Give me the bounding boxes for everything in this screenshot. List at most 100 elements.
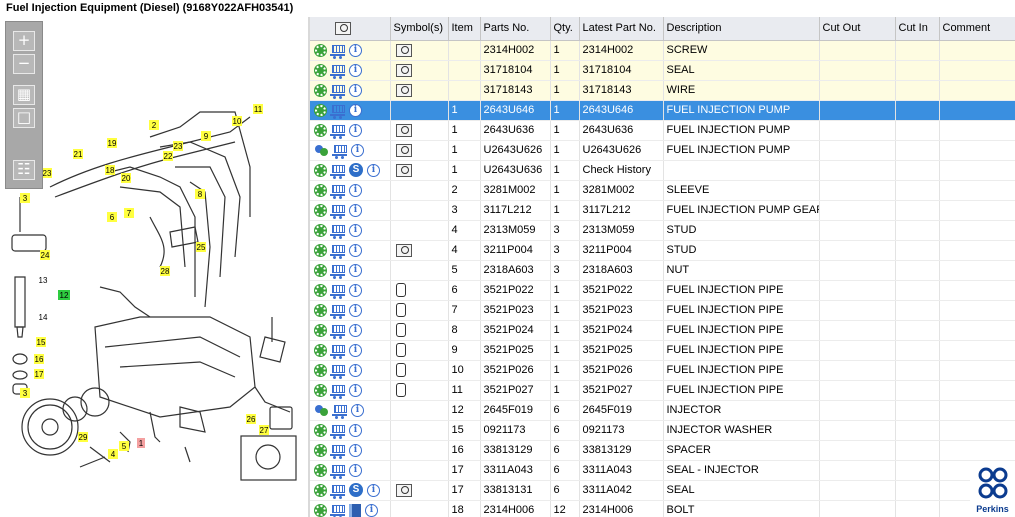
fit-view-button[interactable]: ▦ (13, 85, 35, 105)
cart-icon[interactable] (330, 104, 345, 119)
column-header-latest-part-no[interactable]: Latest Part No. (579, 17, 664, 41)
column-header-cut-in[interactable]: Cut In (895, 17, 940, 41)
cart-icon[interactable] (330, 64, 345, 79)
search-icon[interactable] (335, 21, 351, 35)
table-row[interactable]: Si 17 33813131 6 3311A042 SEAL (310, 480, 1015, 501)
gear-icon[interactable] (315, 204, 326, 216)
gear-icon[interactable] (315, 304, 326, 316)
cylinder-icon[interactable] (395, 303, 406, 317)
illustration-icon[interactable] (395, 123, 412, 137)
gear-icon[interactable] (315, 284, 326, 296)
cylinder-icon[interactable] (395, 383, 406, 397)
gear-icon[interactable] (315, 344, 326, 356)
cart-icon[interactable] (330, 464, 345, 479)
info-icon[interactable]: i (349, 283, 362, 297)
gear-icon[interactable] (315, 464, 326, 476)
gear-icon[interactable] (315, 124, 326, 136)
gear-icon[interactable] (315, 444, 326, 456)
column-header-parts-no[interactable]: Parts No. (480, 17, 551, 41)
table-row[interactable]: i 7 3521P023 1 3521P023 FUEL INJECTION PIPE (310, 300, 1015, 321)
service-icon[interactable]: S (349, 163, 363, 177)
cart-icon[interactable] (330, 364, 345, 379)
gear-icon[interactable] (315, 104, 326, 116)
column-header-description[interactable]: Description (663, 17, 820, 41)
cart-icon[interactable] (330, 504, 345, 517)
info-icon[interactable]: i (349, 463, 362, 477)
info-icon[interactable]: i (349, 243, 362, 257)
table-row[interactable]: i 31718143 1 31718143 WIRE (310, 80, 1015, 101)
gear-icon[interactable] (315, 324, 326, 336)
info-icon[interactable]: i (349, 43, 362, 57)
info-icon[interactable]: i (349, 303, 362, 317)
cylinder-icon[interactable] (395, 283, 406, 297)
table-row[interactable]: i 17 3311A043 6 3311A043 SEAL - INJECTOR (310, 460, 1015, 481)
table-row[interactable]: i 1 2643U646 1 2643U646 FUEL INJECTION PUMP (310, 100, 1015, 121)
list-view-button[interactable]: ☷ (13, 160, 35, 180)
table-row[interactable]: i 4 2313M059 3 2313M059 STUD (310, 220, 1015, 241)
gear-icon[interactable] (315, 364, 326, 376)
info-icon[interactable]: i (349, 443, 362, 457)
info-icon[interactable]: i (367, 483, 380, 497)
column-header-symbols[interactable]: Symbol(s) (390, 17, 449, 41)
gear-icon[interactable] (315, 64, 326, 76)
gear-icon[interactable] (315, 224, 326, 236)
info-icon[interactable]: i (349, 223, 362, 237)
column-header-comment[interactable]: Comment (939, 17, 1015, 41)
cart-icon[interactable] (330, 84, 345, 99)
gear-icon[interactable] (315, 164, 326, 176)
gear-icon[interactable] (315, 484, 326, 496)
info-icon[interactable]: i (349, 423, 362, 437)
illustration-icon[interactable] (395, 483, 412, 497)
table-row[interactable]: i 2 3281M002 1 3281M002 SLEEVE (310, 180, 1015, 201)
gear-icon[interactable] (315, 504, 326, 516)
cart-icon[interactable] (330, 424, 345, 439)
info-icon[interactable]: i (349, 83, 362, 97)
parts-table-container[interactable]: Symbol(s) Item Parts No. Qty. Latest Par… (310, 17, 1015, 517)
info-icon[interactable]: i (349, 263, 362, 277)
cart-icon[interactable] (330, 164, 345, 179)
cylinder-icon[interactable] (395, 343, 406, 357)
table-row[interactable]: i 15 0921173 6 0921173 INJECTOR WASHER (310, 420, 1015, 441)
table-row[interactable]: i 1 U2643U626 1 U2643U626 FUEL INJECTION PUMP (310, 140, 1015, 161)
illustration-icon[interactable] (395, 83, 412, 97)
cart-icon[interactable] (330, 124, 345, 139)
cart-icon[interactable] (330, 444, 345, 459)
gear-icon[interactable] (315, 424, 326, 436)
info-icon[interactable]: i (349, 123, 362, 137)
gear-icon[interactable] (315, 244, 326, 256)
illustration-icon[interactable] (395, 243, 412, 257)
cylinder-icon[interactable] (395, 363, 406, 377)
illustration-icon[interactable] (395, 63, 412, 77)
table-row[interactable]: i 31718104 1 31718104 SEAL (310, 60, 1015, 81)
info-icon[interactable]: i (349, 343, 362, 357)
info-icon[interactable]: i (349, 103, 362, 117)
table-row[interactable]: Si 1 U2643U636 1 Check History (310, 160, 1015, 181)
table-row[interactable]: i 8 3521P024 1 3521P024 FUEL INJECTION PIPE (310, 320, 1015, 341)
info-icon[interactable]: i (349, 383, 362, 397)
cart-icon[interactable] (332, 404, 347, 419)
cart-icon[interactable] (330, 44, 345, 59)
column-header-qty[interactable]: Qty. (550, 17, 580, 41)
cart-icon[interactable] (330, 344, 345, 359)
info-icon[interactable]: i (365, 503, 378, 517)
cart-icon[interactable] (330, 204, 345, 219)
gear-icon[interactable] (315, 84, 326, 96)
info-icon[interactable]: i (367, 163, 380, 177)
info-icon[interactable]: i (351, 143, 364, 157)
table-row[interactable]: i 3 3117L212 1 3117L212 FUEL INJECTION PUMP G… (310, 200, 1015, 221)
book-icon[interactable] (349, 503, 361, 517)
column-header-item[interactable]: Item (448, 17, 481, 41)
table-row[interactable]: i 5 2318A603 3 2318A603 NUT (310, 260, 1015, 281)
zoom-in-button[interactable]: + (13, 31, 35, 51)
cart-icon[interactable] (330, 224, 345, 239)
info-icon[interactable]: i (349, 203, 362, 217)
table-row[interactable]: i 2314H002 1 2314H002 SCREW (310, 40, 1015, 61)
table-row[interactable]: i 10 3521P026 1 3521P026 FUEL INJECTION PIPE (310, 360, 1015, 381)
cart-icon[interactable] (332, 144, 347, 159)
exploded-diagram[interactable]: 2 11 10 9 23 22 19 21 20 18 23 8 7 6 3 2… (0, 17, 308, 517)
illustration-icon[interactable] (395, 163, 412, 177)
info-icon[interactable]: i (349, 323, 362, 337)
illustration-icon[interactable] (395, 143, 412, 157)
reset-view-button[interactable]: □ (13, 108, 35, 128)
table-row[interactable]: i 18 2314H006 12 2314H006 BOLT (310, 500, 1015, 517)
